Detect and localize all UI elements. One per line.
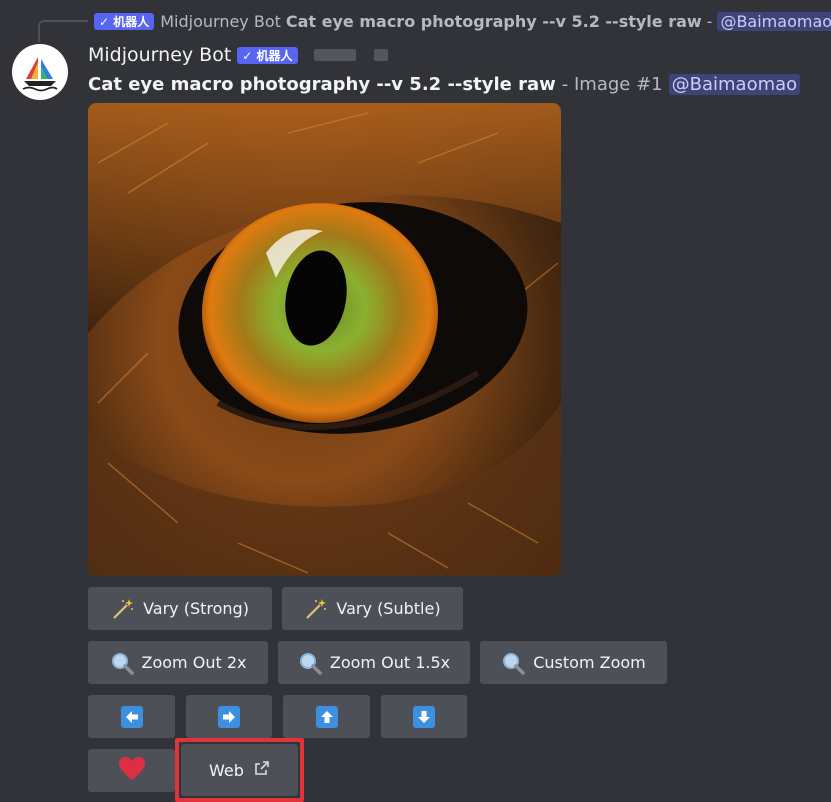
pan-up-button[interactable] [283,695,370,738]
reply-preview[interactable]: ✓ 机器人 Midjourney Bot Cat eye macro photo… [88,9,831,33]
arrow-left-icon [120,705,143,728]
magic-wand-icon [111,597,135,621]
magnifier-icon [298,651,322,675]
zoom-out-1-5x-label: Zoom Out 1.5x [329,653,451,672]
pan-left-button[interactable] [88,695,175,738]
vary-subtle-label: Vary (Subtle) [336,599,441,618]
custom-zoom-label: Custom Zoom [533,653,646,672]
image-number: - Image #1 [561,73,663,95]
custom-zoom-button[interactable]: Custom Zoom [480,641,667,684]
heart-icon [118,756,146,786]
bot-badge: ✓ 机器人 [94,12,155,30]
magnifier-icon [501,651,525,675]
pan-right-button[interactable] [186,695,272,738]
magic-wand-icon [304,597,328,621]
reply-connector [38,20,88,42]
zoom-out-2x-label: Zoom Out 2x [141,653,247,672]
zoom-out-2x-button[interactable]: Zoom Out 2x [88,641,268,684]
zoom-out-1-5x-button[interactable]: Zoom Out 1.5x [278,641,470,684]
vary-strong-label: Vary (Strong) [143,599,249,618]
arrow-down-icon [413,705,435,728]
magnifier-icon [110,651,134,675]
pan-down-button[interactable] [381,695,467,738]
message-mention[interactable]: @Baimaomao [668,73,801,95]
reply-username[interactable]: Midjourney Bot [160,12,281,31]
web-button-highlight [175,738,304,802]
arrow-up-icon [315,705,338,728]
message-content: Cat eye macro photography --v 5.2 --styl… [88,71,801,97]
message-prompt: Cat eye macro photography --v 5.2 --styl… [88,73,556,95]
generated-image[interactable] [88,103,561,576]
vary-subtle-button[interactable]: Vary (Subtle) [282,587,463,630]
reply-prompt: Cat eye macro photography --v 5.2 --styl… [285,11,702,31]
vary-strong-button[interactable]: Vary (Strong) [88,587,272,630]
arrow-right-icon [218,705,240,728]
bot-badge: ✓ 机器人 [237,46,298,64]
reply-mention[interactable]: @Baimaomao [717,11,831,31]
username[interactable]: Midjourney Bot [88,44,231,66]
bot-avatar[interactable] [12,44,68,100]
favorite-button[interactable] [88,749,175,792]
reply-separator: - [706,11,713,31]
timestamp-redacted [313,49,356,61]
timestamp-redacted [373,49,388,61]
message-header: Midjourney Bot ✓ 机器人 [88,42,388,68]
cat-eye-image [88,103,561,576]
